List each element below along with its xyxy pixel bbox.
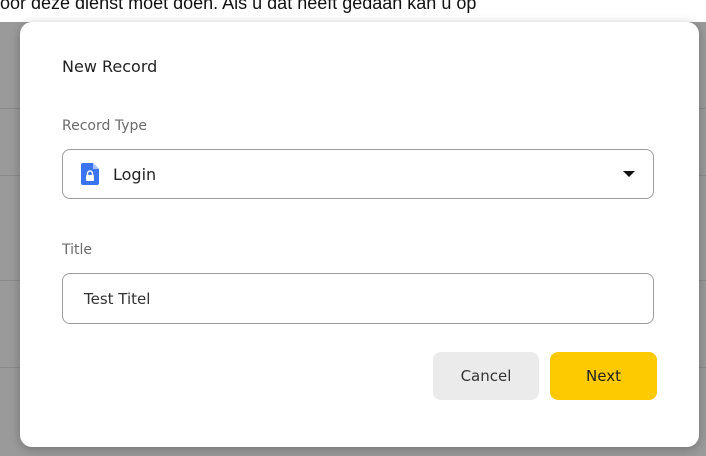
lock-document-icon	[81, 163, 99, 185]
new-record-dialog: New Record Record Type Login Title Cance…	[20, 22, 699, 447]
screen: oor deze dienst moet doen. Als u dat hee…	[0, 0, 706, 456]
title-label: Title	[62, 242, 93, 258]
background-text: oor deze dienst moet doen. Als u dat hee…	[0, 0, 477, 13]
record-type-label: Record Type	[62, 118, 147, 134]
background-page-text: oor deze dienst moet doen. Als u dat hee…	[0, 0, 706, 22]
dialog-title: New Record	[62, 57, 158, 76]
next-button[interactable]: Next	[550, 352, 657, 400]
record-type-select[interactable]: Login	[62, 149, 654, 199]
cancel-button[interactable]: Cancel	[433, 352, 539, 400]
title-input[interactable]	[62, 273, 654, 324]
record-type-value: Login	[113, 164, 157, 184]
chevron-down-icon	[623, 171, 635, 177]
